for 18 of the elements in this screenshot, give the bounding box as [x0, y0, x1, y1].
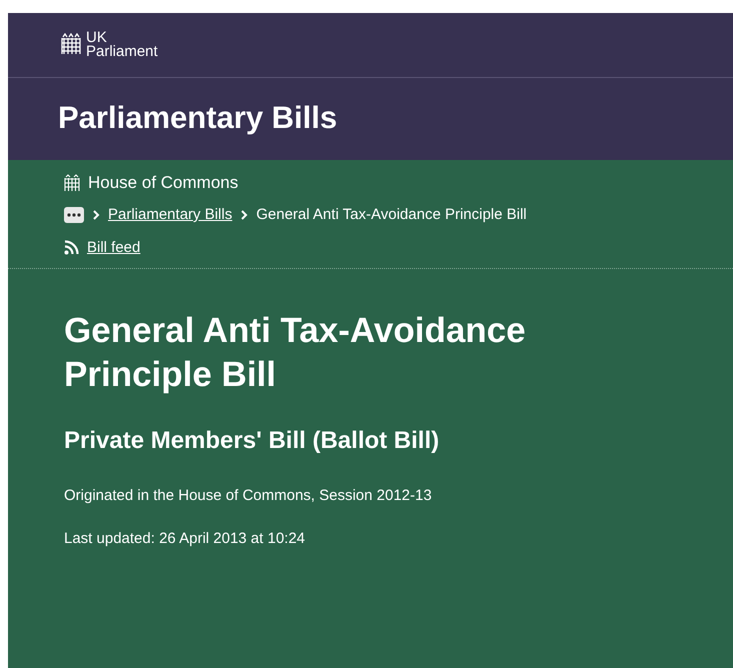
origin-text: Originated in the House of Commons, Session 2012-13 — [64, 487, 433, 504]
site-title[interactable]: Parliamentary Bills — [8, 78, 733, 160]
logo-text[interactable]: UK — [86, 31, 158, 45]
bill-type: Private Members' Bill (Ballot Bill) — [64, 427, 440, 455]
last-updated-text: Last updated: 26 April 2013 at 10:24 — [64, 530, 306, 547]
breadcrumb-link[interactable]: Parliamentary Bills — [108, 206, 232, 223]
breadcrumb-current: General Anti Tax-Avoidance Principle Bill — [256, 206, 527, 223]
ellipsis-icon — [67, 212, 81, 216]
more-breadcrumbs-button[interactable] — [64, 206, 84, 222]
chevron-icon — [240, 208, 248, 220]
rss-icon — [64, 240, 79, 255]
bill-feed-link[interactable]: Bill feed — [87, 239, 140, 256]
house-name: House of Commons — [88, 173, 238, 193]
chevron-icon — [92, 208, 100, 220]
bill-title: General Anti Tax-Avoidance Principle Bill — [64, 310, 527, 396]
logo-text[interactable]: Parliament — [86, 45, 158, 59]
portcullis-icon — [64, 174, 80, 192]
portcullis-icon — [60, 33, 82, 55]
